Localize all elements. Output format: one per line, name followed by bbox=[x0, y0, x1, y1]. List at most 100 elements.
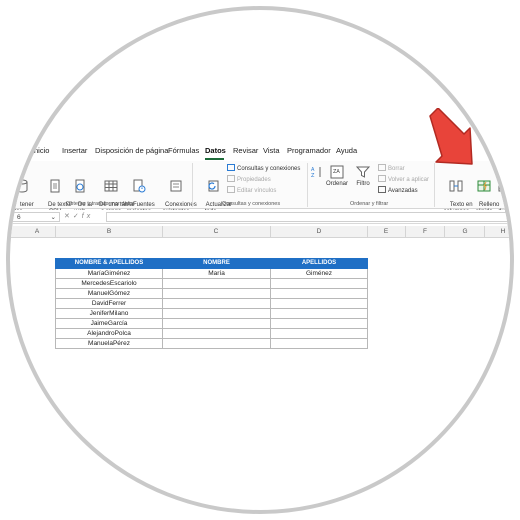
cell-first-name[interactable] bbox=[162, 278, 271, 289]
advanced-filter-button[interactable]: Avanzadas bbox=[378, 186, 418, 195]
data-table: NOMBRE & APELLIDOS NOMBRE APELLIDOS Marí… bbox=[55, 258, 368, 349]
column-header-c[interactable]: C bbox=[211, 228, 221, 235]
column-header-g[interactable]: G bbox=[460, 228, 470, 235]
connections-icon bbox=[170, 180, 182, 192]
column-divider bbox=[484, 226, 485, 238]
flash-fill-icon bbox=[477, 180, 491, 192]
group-label-consultas: Consultas y conexiones bbox=[222, 201, 281, 207]
database-icon bbox=[16, 179, 28, 193]
cell-last-name[interactable] bbox=[270, 308, 368, 319]
properties-button[interactable]: Propiedades bbox=[227, 175, 271, 184]
tab-disposicion[interactable]: Disposición de página bbox=[95, 146, 168, 155]
remove-duplicates-icon bbox=[498, 180, 510, 192]
refresh-icon bbox=[208, 180, 219, 192]
filter-icon bbox=[356, 166, 370, 178]
table-header-row: NOMBRE & APELLIDOS NOMBRE APELLIDOS bbox=[55, 258, 368, 269]
cell-last-name[interactable] bbox=[270, 328, 368, 339]
ribbon-separator bbox=[434, 163, 435, 207]
sort-az-button[interactable]: AZ bbox=[310, 165, 324, 181]
column-header-h[interactable]: H bbox=[498, 228, 508, 235]
queries-icon bbox=[227, 164, 235, 171]
column-header-a[interactable]: A bbox=[32, 228, 42, 235]
cell-last-name[interactable] bbox=[270, 298, 368, 309]
cell-last-name[interactable] bbox=[270, 278, 368, 289]
cell-last-name[interactable] bbox=[270, 318, 368, 329]
cell-first-name[interactable] bbox=[162, 338, 271, 349]
formula-input[interactable] bbox=[106, 212, 510, 222]
text-to-columns-icon bbox=[449, 180, 463, 192]
clock-file-icon bbox=[133, 179, 146, 193]
cell-full-name[interactable]: MaríaGiménez bbox=[55, 268, 163, 279]
tab-formulas[interactable]: Fórmulas bbox=[168, 146, 199, 155]
ribbon: tener tos ⌄ De texto/ CSV De la web De u… bbox=[10, 161, 510, 215]
text-file-icon bbox=[50, 179, 60, 193]
ribbon-separator bbox=[307, 163, 308, 207]
column-header-e[interactable]: E bbox=[381, 228, 391, 235]
cell-first-name[interactable] bbox=[162, 288, 271, 299]
tab-datos[interactable]: Datos bbox=[205, 146, 226, 155]
cancel-icon[interactable]: ✕ bbox=[64, 213, 73, 220]
header-nombre-apellidos[interactable]: NOMBRE & APELLIDOS bbox=[55, 258, 163, 269]
sort-button[interactable]: ZA Ordenar bbox=[326, 165, 348, 188]
tab-programador[interactable]: Programador bbox=[287, 146, 331, 155]
cell-first-name[interactable] bbox=[162, 328, 271, 339]
sort-az-icon: AZ bbox=[311, 167, 321, 179]
name-box[interactable]: 6 ⌄ bbox=[10, 212, 60, 222]
cell-first-name[interactable]: María bbox=[162, 268, 271, 279]
table-row: MercedesEscariolo bbox=[55, 278, 368, 289]
queries-connections-button[interactable]: Consultas y conexiones bbox=[227, 164, 300, 173]
table-row: DavidFerrer bbox=[55, 298, 368, 309]
properties-icon bbox=[227, 175, 235, 182]
confirm-icon[interactable]: ✓ bbox=[73, 213, 82, 220]
column-headers: A B C D E F G H bbox=[10, 226, 510, 238]
table-row: MaríaGiménez María Giménez bbox=[55, 268, 368, 279]
excel-window: nicio Insertar Disposición de página Fór… bbox=[10, 10, 510, 510]
cell-full-name[interactable]: DavidFerrer bbox=[55, 298, 163, 309]
cell-full-name[interactable]: MercedesEscariolo bbox=[55, 278, 163, 289]
cell-full-name[interactable]: ManuelaPérez bbox=[55, 338, 163, 349]
tab-inicio[interactable]: nicio bbox=[34, 146, 49, 155]
active-tab-indicator bbox=[205, 158, 224, 160]
cell-first-name[interactable] bbox=[162, 318, 271, 329]
cell-full-name[interactable]: AlejandroPolca bbox=[55, 328, 163, 339]
formula-bar: 6 ⌄ ✕✓fx bbox=[10, 210, 510, 224]
svg-text:ZA: ZA bbox=[333, 169, 340, 175]
clear-filter-button[interactable]: Borrar bbox=[378, 164, 405, 173]
group-label-ordenar: Ordenar y filtrar bbox=[350, 201, 389, 207]
cell-full-name[interactable]: JeniferMilano bbox=[55, 308, 163, 319]
edit-links-button[interactable]: Editar vínculos bbox=[227, 186, 276, 195]
cell-last-name[interactable] bbox=[270, 288, 368, 299]
link-icon bbox=[227, 186, 235, 193]
cell-last-name[interactable] bbox=[270, 338, 368, 349]
cell-full-name[interactable]: ManuelGómez bbox=[55, 288, 163, 299]
column-divider bbox=[162, 226, 163, 238]
reapply-button[interactable]: Volver a aplicar bbox=[378, 175, 429, 184]
column-divider bbox=[367, 226, 368, 238]
column-divider bbox=[405, 226, 406, 238]
cell-first-name[interactable] bbox=[162, 298, 271, 309]
cell-last-name[interactable]: Giménez bbox=[270, 268, 368, 279]
chevron-down-icon: ⌄ bbox=[50, 214, 56, 221]
table-icon bbox=[104, 180, 118, 192]
table-row: ManuelGómez bbox=[55, 288, 368, 299]
table-row: JaimeGarcía bbox=[55, 318, 368, 329]
tab-ayuda[interactable]: Ayuda bbox=[336, 146, 357, 155]
header-nombre[interactable]: NOMBRE bbox=[162, 258, 271, 269]
filter-button[interactable]: Filtro bbox=[356, 165, 370, 188]
group-label-obtener: Obtener y transformar datos bbox=[66, 201, 135, 207]
cell-first-name[interactable] bbox=[162, 308, 271, 319]
column-divider bbox=[270, 226, 271, 238]
header-apellidos[interactable]: APELLIDOS bbox=[270, 258, 368, 269]
column-header-f[interactable]: F bbox=[420, 228, 430, 235]
tab-insertar[interactable]: Insertar bbox=[62, 146, 87, 155]
column-header-b[interactable]: B bbox=[104, 228, 114, 235]
column-header-d[interactable]: D bbox=[314, 228, 324, 235]
fx-icon[interactable]: fx bbox=[82, 213, 93, 220]
globe-icon bbox=[75, 179, 85, 193]
column-divider bbox=[444, 226, 445, 238]
cell-full-name[interactable]: JaimeGarcía bbox=[55, 318, 163, 329]
circular-frame: nicio Insertar Disposición de página Fór… bbox=[6, 6, 514, 514]
tab-vista[interactable]: Vista bbox=[263, 146, 280, 155]
table-row: ManuelaPérez bbox=[55, 338, 368, 349]
tab-revisar[interactable]: Revisar bbox=[233, 146, 258, 155]
